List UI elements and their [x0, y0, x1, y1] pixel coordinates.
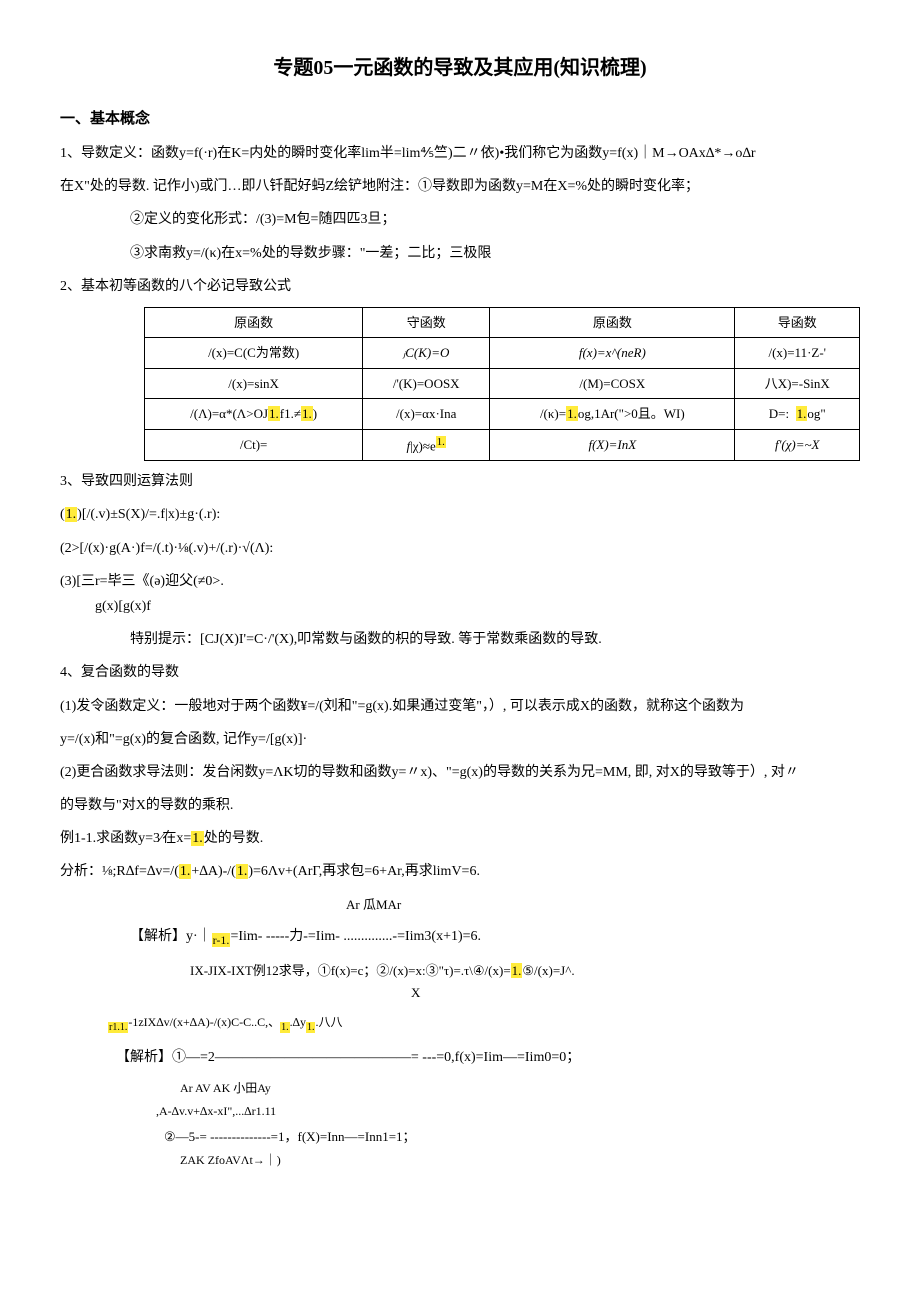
highlight: 1.: [268, 406, 280, 421]
solution-2-pre: r1.1.-1zIX∆v/(x+∆A)-/(x)C-C..C,、1..∆y1..…: [60, 1012, 860, 1036]
highlight: 1.: [280, 1022, 290, 1033]
solution-2: 【解析】①—=2——————————————= ---=0,f(x)=Iim—=…: [60, 1045, 860, 1070]
highlight: 1.: [65, 507, 78, 522]
text: =Iim- -----力-=Iim- ..............-=Iim3(…: [230, 929, 481, 944]
highlight: 1.: [301, 406, 313, 421]
text: )=6Λv+(ArΓ,再求包=6+Ar,再求limV=6.: [248, 864, 480, 879]
analysis-line2: Ar 瓜MAr: [60, 893, 860, 916]
cell: /Ct)=: [145, 429, 363, 461]
cell-text: f(x)=x^(neR): [579, 345, 646, 360]
cell: f(X)=InX: [490, 429, 735, 461]
table-row: /(Λ)=α*(Λ>OJ1.f1.≠1.) /(x)=αx·Ina /(κ)=1…: [145, 399, 860, 429]
cell: /(x)=αx·Ina: [363, 399, 490, 429]
comp-rule1: (2)更合函数求导法则：发台闲数y=ΛK切的导数和函数y=〃x)、"=g(x)的…: [60, 760, 860, 785]
para-composite: 4、复合函数的导数: [60, 660, 860, 685]
section-1-heading: 一、基本概念: [60, 106, 860, 133]
cell: f(x)=x^(neR): [490, 338, 735, 368]
th-3: 导函数: [735, 307, 860, 337]
cell-text: f(X)=InX: [588, 437, 636, 452]
rule-1: (1.)[/(.v)±S(X)/=.f|x)±g·(.r):: [60, 502, 860, 527]
solution-1: 【解析】y·｜r-1.=Iim- -----力-=Iim- ..........…: [60, 924, 860, 951]
rule-3b: g(x)[g(x)f: [60, 594, 860, 619]
cell: /'(K)=OOSX: [363, 368, 490, 398]
solution-1b: IX-JIX-IXT例12求导，①f(x)=c；②/(x)=x:③"τ)=.τ\…: [60, 959, 860, 982]
highlight: r1.1.: [108, 1022, 128, 1033]
analysis: 分析：⅛;R∆f=∆v=/(1.+∆A)-/(1.)=6Λv+(ArΓ,再求包=…: [60, 859, 860, 884]
table-header-row: 原函数 守函数 原函数 导函数: [145, 307, 860, 337]
solution-2-line: Ar AV AK 小田Ay: [60, 1078, 860, 1100]
page-title: 专题05一元函数的导致及其应用(知识梳理): [60, 50, 860, 86]
example-1-1: 例1-1.求函数y=3⁄在x=1.处的号数.: [60, 826, 860, 851]
cell: /(κ)=1.og,1Ar(">0且。WI): [490, 399, 735, 429]
text: 处的号数.: [204, 831, 264, 846]
text: (: [60, 507, 65, 522]
cell: /(Λ)=α*(Λ>OJ1.f1.≠1.): [145, 399, 363, 429]
cell: /(x)=sinX: [145, 368, 363, 398]
highlight: r-1.: [212, 933, 231, 947]
text: IX-JIX-IXT例12求导，①f(x)=c；②/(x)=x:③"τ)=.τ\…: [190, 963, 511, 978]
comp-rule2: 的导数与"对X的导数的乘积.: [60, 793, 860, 818]
cell: f|χ)≈e1.: [363, 429, 490, 461]
cell: ⱼC(K)=O: [363, 338, 490, 368]
cell: 八X)=-SinX: [735, 368, 860, 398]
th-0: 原函数: [145, 307, 363, 337]
highlight: 1.: [179, 864, 192, 879]
cell-text: ⱼC(K)=O: [403, 345, 449, 360]
highlight: 1.: [191, 831, 204, 846]
th-1: 守函数: [363, 307, 490, 337]
solution-1x: X: [60, 981, 860, 1004]
table-row: /Ct)= f|χ)≈e1. f(X)=InX f'(χ)=~X: [145, 429, 860, 461]
table-row: /(x)=sinX /'(K)=OOSX /(M)=COSX 八X)=-SinX: [145, 368, 860, 398]
highlight: 1.: [566, 406, 578, 421]
rule-3: (3)[三r=毕三《(ə)迎父(≠0>.: [60, 569, 860, 594]
text: 分析：⅛;R∆f=∆v=/(: [60, 864, 179, 879]
para-def2: 在X"处的导数. 记作小)或门…即八钎配好蚂Z绘铲地附注：①导数即为函数y=M在…: [60, 174, 860, 199]
comp-def2: y=/(x)和"=g(x)的复合函数, 记作y=/[g(x)]·: [60, 727, 860, 752]
comp-def1: (1)发令函数定义：一般地对于两个函数¥=/(刘和"=g(x).如果通过变笔"，…: [60, 694, 860, 719]
th-2: 原函数: [490, 307, 735, 337]
text: -1zIX∆v/(x+∆A)-/(x)C-C..C,、: [128, 1015, 280, 1029]
para-table-intro: 2、基本初等函数的八个必记导致公式: [60, 274, 860, 299]
solution-3b: ②—5-= --------------=1，f(X)=Inn—=Inn1=1；: [60, 1125, 860, 1148]
highlight: 1.: [436, 436, 446, 448]
text: ⑤/(x)=J^.: [522, 963, 574, 978]
para-form2: ②定义的变化形式：/(3)=M包=随四匹3旦；: [60, 207, 860, 232]
derivative-table: 原函数 守函数 原函数 导函数 /(x)=C(C为常数) ⱼC(K)=O f(x…: [144, 307, 860, 461]
cell: /(x)=C(C为常数): [145, 338, 363, 368]
para-def: 1、导数定义：函数y=f(·r)在K=内处的瞬时变化率lim半=lim⅘竺)二〃…: [60, 141, 860, 166]
cell: /(x)=11·Z-': [735, 338, 860, 368]
text: )[/(.v)±S(X)/=.f|x)±g·(.r):: [77, 507, 220, 522]
text: +∆A)-/(: [191, 864, 235, 879]
rule-2: (2>[/(x)·g(A·)f=/(.t)·⅛(.v)+/(.r)·√(Λ):: [60, 536, 860, 561]
cell: /(M)=COSX: [490, 368, 735, 398]
cell-text: f'(χ)=~X: [775, 437, 820, 452]
text: ∆y: [293, 1015, 306, 1029]
highlight: 1.: [511, 963, 523, 978]
table-row: /(x)=C(C为常数) ⱼC(K)=O f(x)=x^(neR) /(x)=1…: [145, 338, 860, 368]
highlight: 1.: [236, 864, 249, 879]
hint: 特别提示：[CJ(X)I'=C·/'(X),叩常数与函数的枳的导致. 等于常数乘…: [60, 627, 860, 652]
solution-3a: ,A-∆v.v+∆x-xI",...∆r1.11: [60, 1101, 860, 1123]
cell: D=: 1.og": [735, 399, 860, 429]
text: 【解析】y·｜: [130, 929, 212, 944]
solution-3-line: ZAK ZfoAVΛt→｜): [60, 1150, 860, 1172]
highlight: 1.: [796, 406, 808, 421]
text: 例1-1.求函数y=3⁄在x=: [60, 831, 191, 846]
para-rules: 3、导致四则运算法则: [60, 469, 860, 494]
para-form3: ③求南救y=/(κ)在x=%处的导数步骤："一差；二比；三极限: [60, 241, 860, 266]
cell: f'(χ)=~X: [735, 429, 860, 461]
text: .八八: [315, 1015, 342, 1029]
